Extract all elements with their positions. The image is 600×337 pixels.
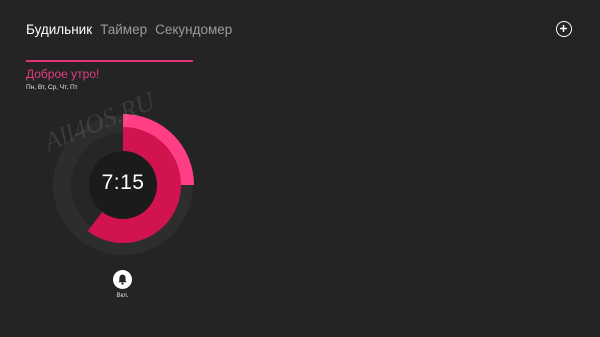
bell-icon <box>118 274 127 285</box>
alarm-clock-dial[interactable] <box>0 0 600 337</box>
alarm-time[interactable]: 7:15 <box>95 171 151 195</box>
alarm-toggle-button[interactable] <box>113 270 132 289</box>
alarm-toggle-label: Вкл. <box>116 293 129 299</box>
